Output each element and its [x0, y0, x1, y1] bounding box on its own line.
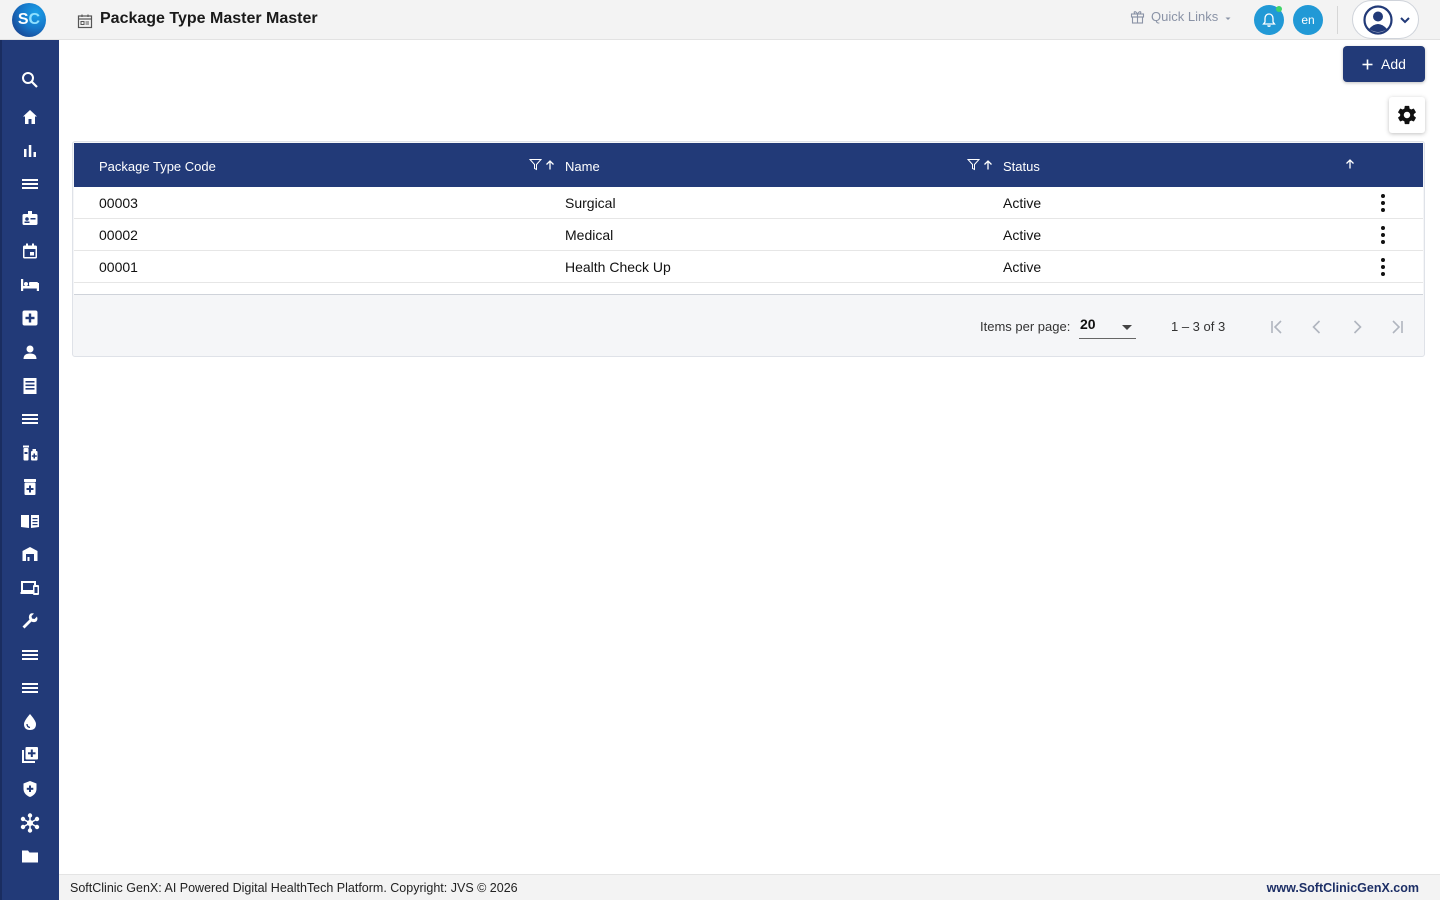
row-actions-menu-icon[interactable] — [1373, 192, 1393, 214]
previous-page-button[interactable] — [1303, 313, 1331, 341]
column-status-actions — [1344, 158, 1356, 170]
library-add-icon[interactable] — [19, 744, 41, 766]
master-page-icon — [77, 14, 93, 29]
quick-links-label: Quick Links — [1151, 9, 1219, 24]
top-bar: SC Package Type Master Master Quick Link… — [0, 0, 1440, 40]
medical-plus-icon[interactable] — [19, 307, 41, 329]
paginator: Items per page: 20 1 – 3 of 3 — [74, 295, 1423, 355]
first-page-button[interactable] — [1263, 313, 1291, 341]
app-logo[interactable]: SC — [12, 3, 46, 37]
cell-name: Medical — [565, 227, 614, 243]
footer-website-link[interactable]: www.SoftClinicGenX.com — [1267, 881, 1419, 895]
items-per-page-value: 20 — [1080, 316, 1096, 332]
quick-links-button[interactable]: Quick Links — [1130, 9, 1232, 24]
cell-status: Active — [1003, 195, 1042, 211]
footer-copyright: SoftClinic GenX: AI Powered Digital Heal… — [70, 881, 518, 895]
gift-icon — [1130, 11, 1145, 24]
document-list-icon[interactable] — [19, 375, 41, 397]
row-actions-menu-icon[interactable] — [1373, 256, 1393, 278]
header-divider — [1337, 6, 1338, 34]
bell-icon — [1262, 13, 1276, 27]
cell-code: 00002 — [99, 227, 138, 243]
sort-arrow-up-icon[interactable] — [1344, 158, 1356, 170]
gear-icon — [1398, 105, 1416, 125]
cell-name: Surgical — [565, 195, 616, 211]
user-menu-button[interactable] — [1352, 0, 1419, 39]
menu-lines-icon[interactable] — [19, 677, 41, 699]
table-row[interactable]: 00003 Surgical Active — [74, 187, 1423, 219]
logo-letter-s: S — [17, 11, 29, 28]
cell-name: Health Check Up — [565, 259, 671, 275]
add-button-label: Add — [1381, 56, 1406, 72]
medication-icon[interactable] — [19, 442, 41, 464]
table-row[interactable]: 00002 Medical Active — [74, 219, 1423, 251]
wrench-icon[interactable] — [19, 610, 41, 632]
language-button[interactable]: en — [1293, 5, 1323, 35]
last-page-icon — [1392, 320, 1403, 334]
menu-lines-icon[interactable] — [19, 644, 41, 666]
sort-arrow-up-icon[interactable] — [982, 159, 994, 171]
person-icon[interactable] — [19, 341, 41, 363]
cell-status: Active — [1003, 259, 1042, 275]
add-button[interactable]: Add — [1343, 46, 1425, 82]
notification-indicator — [1276, 6, 1282, 12]
filter-icon[interactable] — [967, 158, 980, 171]
search-icon[interactable] — [19, 69, 41, 91]
page-range-label: 1 – 3 of 3 — [1171, 319, 1226, 334]
column-header-status[interactable]: Status — [1003, 159, 1040, 174]
column-header-code[interactable]: Package Type Code — [99, 159, 216, 174]
data-table-card: Package Type Code Name Status 00003 Surg… — [72, 141, 1425, 357]
avatar-icon — [1363, 4, 1393, 35]
items-per-page-label: Items per page: — [980, 319, 1071, 334]
plus-icon — [1362, 59, 1373, 69]
last-page-button[interactable] — [1383, 313, 1411, 341]
menu-lines-icon[interactable] — [19, 408, 41, 430]
shield-icon[interactable] — [19, 778, 41, 800]
first-page-icon — [1271, 320, 1282, 334]
badge-icon[interactable] — [19, 207, 41, 229]
sort-arrow-up-icon[interactable] — [544, 159, 556, 171]
cell-code: 00001 — [99, 259, 138, 275]
sidebar — [0, 40, 59, 900]
notifications-button[interactable] — [1254, 5, 1284, 35]
caret-down-icon — [1225, 17, 1231, 20]
page-title: Package Type Master Master — [100, 10, 318, 27]
calendar-icon[interactable] — [19, 240, 41, 262]
menu-lines-icon[interactable] — [19, 173, 41, 195]
chevron-down-icon — [1400, 16, 1410, 23]
folder-icon[interactable] — [19, 845, 41, 867]
home-icon[interactable] — [19, 106, 41, 128]
row-actions-menu-icon[interactable] — [1373, 224, 1393, 246]
bar-chart-icon[interactable] — [19, 140, 41, 162]
next-page-button[interactable] — [1343, 313, 1371, 341]
table-row[interactable]: 00001 Health Check Up Active — [74, 251, 1423, 283]
cell-status: Active — [1003, 227, 1042, 243]
table-header: Package Type Code Name Status — [74, 143, 1423, 187]
caret-down-icon — [1122, 325, 1132, 330]
drop-icon[interactable] — [19, 711, 41, 733]
logo-letter-c: C — [28, 11, 41, 28]
items-per-page-select[interactable]: 20 — [1079, 313, 1136, 339]
column-header-name[interactable]: Name — [565, 159, 600, 174]
warehouse-icon[interactable] — [19, 543, 41, 565]
bed-icon[interactable] — [19, 274, 41, 296]
devices-icon[interactable] — [19, 577, 41, 599]
cell-code: 00003 — [99, 195, 138, 211]
hub-icon[interactable] — [19, 812, 41, 834]
column-name-actions — [967, 158, 994, 171]
chevron-right-icon — [1353, 320, 1362, 334]
footer: SoftClinic GenX: AI Powered Digital Heal… — [59, 874, 1440, 900]
chevron-left-icon — [1312, 320, 1321, 334]
pharmacy-icon[interactable] — [19, 476, 41, 498]
table-settings-button[interactable] — [1389, 97, 1425, 133]
book-icon[interactable] — [19, 510, 41, 532]
filter-icon[interactable] — [529, 158, 542, 171]
column-code-actions — [529, 158, 556, 171]
table-body: 00003 Surgical Active 00002 Medical Acti… — [74, 187, 1423, 295]
